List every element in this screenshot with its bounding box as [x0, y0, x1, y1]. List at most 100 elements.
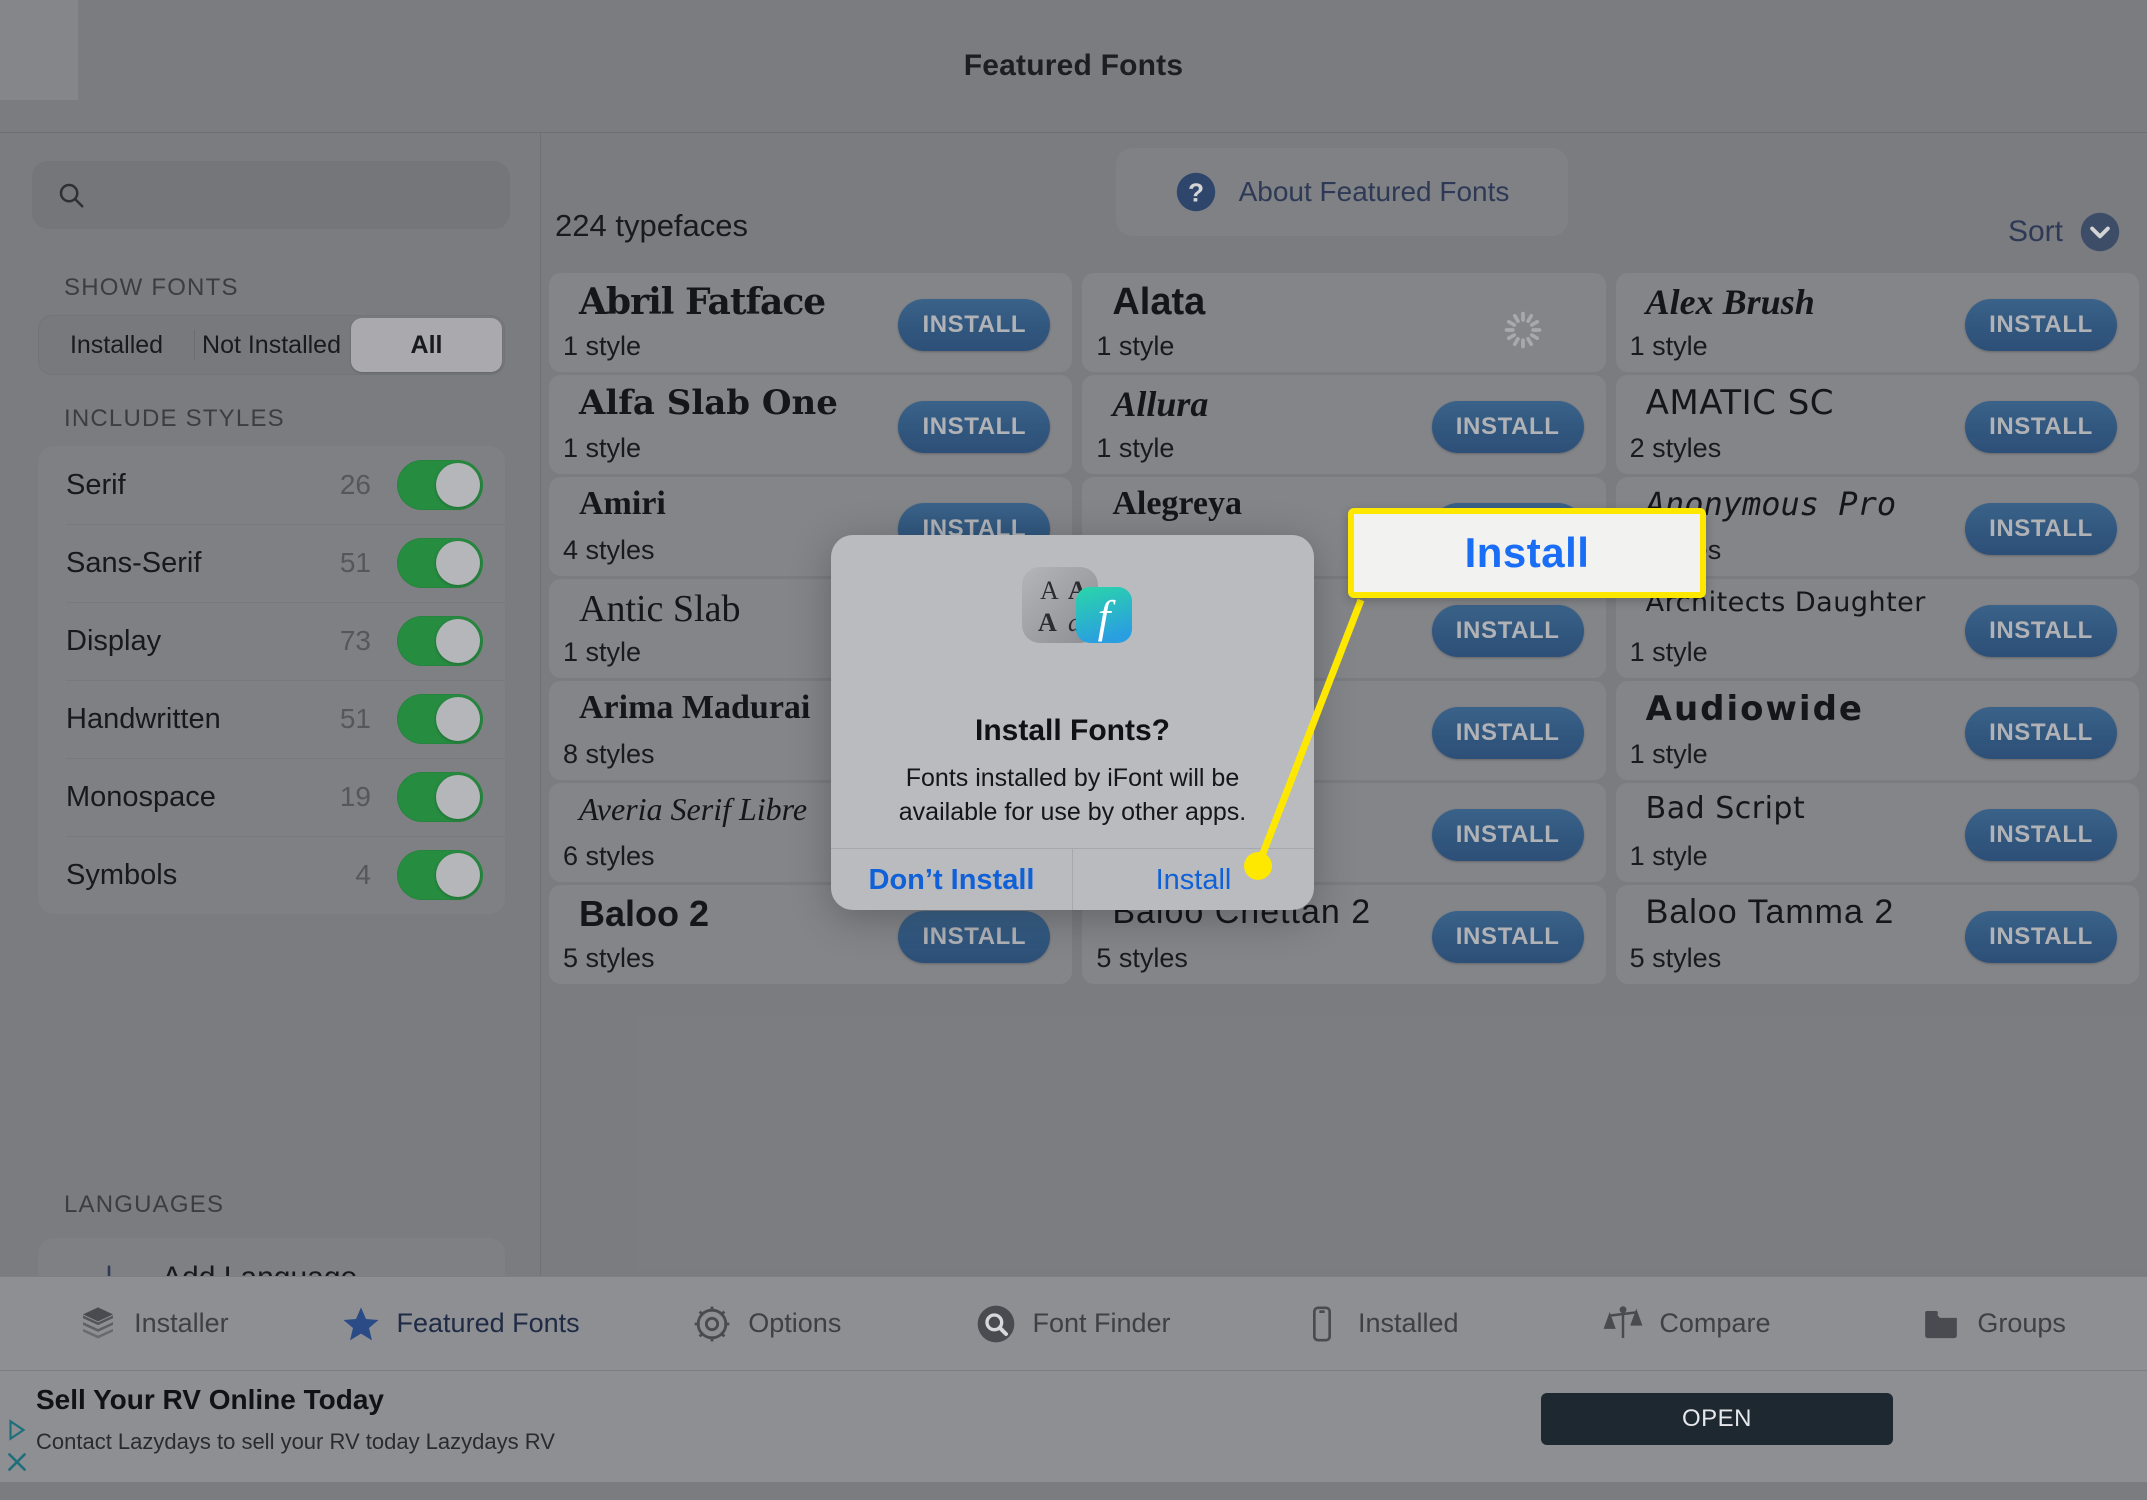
font-install-button[interactable]: INSTALL: [1964, 605, 2117, 657]
segment-installed[interactable]: Installed: [41, 318, 192, 372]
style-label: Sans-Serif: [66, 546, 202, 579]
segment-not-installed[interactable]: Not Installed: [194, 318, 347, 372]
svg-text:A: A: [1038, 608, 1057, 637]
font-style-count: 1 style: [1629, 637, 1708, 667]
font-style-count: 1 style: [1629, 739, 1708, 769]
titlebar-side-chip: [0, 0, 78, 100]
style-toggle-serif[interactable]: [397, 460, 483, 510]
bottom-tab-bar: Installer Featured Fonts Options Font Finde…: [0, 1276, 2147, 1370]
font-card[interactable]: Alata 1 style: [1082, 273, 1606, 372]
font-style-count: 5 styles: [563, 943, 655, 973]
style-row-serif[interactable]: Serif 26: [38, 446, 505, 524]
style-row-sans-serif[interactable]: Sans-Serif 51: [38, 524, 505, 602]
font-name: Baloo Tamma 2: [1645, 893, 1895, 931]
tab-compare[interactable]: Compare: [1534, 1277, 1841, 1371]
font-name: Bad Script: [1645, 791, 1806, 826]
dialog-actions: Don’t Install Install: [831, 848, 1314, 910]
main-content: ? About Featured Fonts 224 typefaces Sor…: [541, 133, 2147, 1276]
dialog-body: Fonts installed by iFont will be availab…: [898, 764, 1247, 826]
dialog-title: Install Fonts?: [975, 714, 1170, 747]
sort-button[interactable]: Sort: [2008, 211, 2121, 253]
tab-label: Groups: [1977, 1308, 2066, 1338]
segment-all[interactable]: All: [351, 318, 502, 372]
ad-banner[interactable]: Sell Your RV Online Today Contact Lazyda…: [0, 1370, 2147, 1482]
font-install-button[interactable]: INSTALL: [1964, 503, 2117, 555]
font-install-button[interactable]: INSTALL: [1964, 911, 2117, 963]
font-card[interactable]: Audiowide 1 style INSTALL: [1615, 681, 2139, 780]
tab-groups[interactable]: Groups: [1840, 1277, 2147, 1371]
font-card[interactable]: Abril Fatface 1 style INSTALL: [549, 273, 1073, 372]
phone-icon: [1302, 1304, 1342, 1344]
tab-featured-fonts[interactable]: Featured Fonts: [307, 1277, 614, 1371]
search-input[interactable]: [100, 179, 510, 211]
font-name: Alegreya: [1112, 485, 1242, 522]
close-icon[interactable]: [4, 1449, 30, 1475]
style-toggle-handwritten[interactable]: [397, 694, 483, 744]
include-styles-list: Serif 26 Sans-Serif 51 Display 73 Handwr…: [38, 446, 505, 914]
font-install-button[interactable]: INSTALL: [1431, 707, 1584, 759]
font-card[interactable]: Allura 1 style INSTALL: [1082, 375, 1606, 474]
font-install-button[interactable]: INSTALL: [898, 299, 1051, 351]
font-card-grid: Abril Fatface 1 style INSTALL Alata 1 style A…: [541, 273, 2147, 1273]
font-style-count: 1 style: [1096, 433, 1175, 463]
font-card[interactable]: Alfa Slab One 1 style INSTALL: [549, 375, 1073, 474]
font-install-button[interactable]: INSTALL: [898, 401, 1051, 453]
install-button[interactable]: Install: [1072, 849, 1314, 910]
stack-icon: [78, 1304, 118, 1344]
tab-label: Installed: [1357, 1308, 1459, 1338]
font-install-button[interactable]: INSTALL: [1964, 299, 2117, 351]
style-toggle-symbols[interactable]: [397, 850, 483, 900]
tab-installer[interactable]: Installer: [0, 1277, 307, 1371]
style-label: Symbols: [66, 858, 178, 891]
show-fonts-segmented-control[interactable]: Installed Not Installed All: [38, 315, 505, 375]
style-row-display[interactable]: Display 73: [38, 602, 505, 680]
tab-installed[interactable]: Installed: [1227, 1277, 1534, 1371]
style-toggle-monospace[interactable]: [397, 772, 483, 822]
adchoices-icon[interactable]: [4, 1417, 30, 1443]
font-style-count: 1 style: [563, 637, 642, 667]
font-card[interactable]: AMATIC SC 2 styles INSTALL: [1615, 375, 2139, 474]
font-style-count: 8 styles: [563, 739, 655, 769]
font-name: Audiowide: [1645, 689, 1864, 729]
font-style-count: 2 styles: [1629, 433, 1722, 463]
style-count: 26: [339, 469, 371, 500]
font-install-button[interactable]: INSTALL: [898, 911, 1051, 963]
tab-options[interactable]: Options: [613, 1277, 920, 1371]
ad-title: Sell Your RV Online Today: [36, 1384, 385, 1415]
font-install-button[interactable]: INSTALL: [1431, 809, 1584, 861]
font-card[interactable]: Bad Script 1 style INSTALL: [1615, 783, 2139, 882]
ad-open-button[interactable]: OPEN: [1541, 1393, 1893, 1445]
font-style-count: 1 style: [563, 433, 642, 463]
font-install-button[interactable]: INSTALL: [1964, 707, 2117, 759]
style-count: 73: [339, 625, 371, 656]
style-row-handwritten[interactable]: Handwritten 51: [38, 680, 505, 758]
font-install-button[interactable]: INSTALL: [1431, 911, 1584, 963]
title-bar: Featured Fonts: [0, 0, 2147, 133]
font-name: Allura: [1112, 384, 1209, 424]
tab-label: Featured Fonts: [396, 1308, 580, 1338]
style-toggle-display[interactable]: [397, 616, 483, 666]
font-name: Alex Brush: [1645, 282, 1815, 322]
sort-label: Sort: [2007, 215, 2063, 248]
style-row-symbols[interactable]: Symbols 4: [38, 836, 505, 914]
dont-install-button[interactable]: Don’t Install: [831, 849, 1072, 910]
style-toggle-sans-serif[interactable]: [397, 538, 483, 588]
chevron-down-icon: [2079, 211, 2121, 253]
style-row-monospace[interactable]: Monospace 19: [38, 758, 505, 836]
font-style-count: 4 styles: [563, 535, 655, 565]
font-card[interactable]: Baloo Tamma 2 5 styles INSTALL: [1615, 885, 2139, 984]
tab-label: Options: [748, 1308, 842, 1338]
font-install-button[interactable]: INSTALL: [1964, 401, 2117, 453]
search-field[interactable]: [32, 161, 510, 229]
font-install-button[interactable]: INSTALL: [1964, 809, 2117, 861]
style-label: Serif: [66, 468, 126, 501]
font-style-count: 1 style: [563, 331, 642, 361]
tab-font-finder[interactable]: Font Finder: [920, 1277, 1227, 1371]
style-count: 51: [339, 547, 371, 578]
font-install-button[interactable]: INSTALL: [1431, 605, 1584, 657]
style-label: Display: [66, 624, 162, 657]
font-install-button[interactable]: INSTALL: [1431, 401, 1584, 453]
install-callout: Install: [1348, 508, 1706, 598]
font-card[interactable]: Alex Brush 1 style INSTALL: [1615, 273, 2139, 372]
about-featured-fonts-button[interactable]: ? About Featured Fonts: [1116, 148, 1568, 236]
